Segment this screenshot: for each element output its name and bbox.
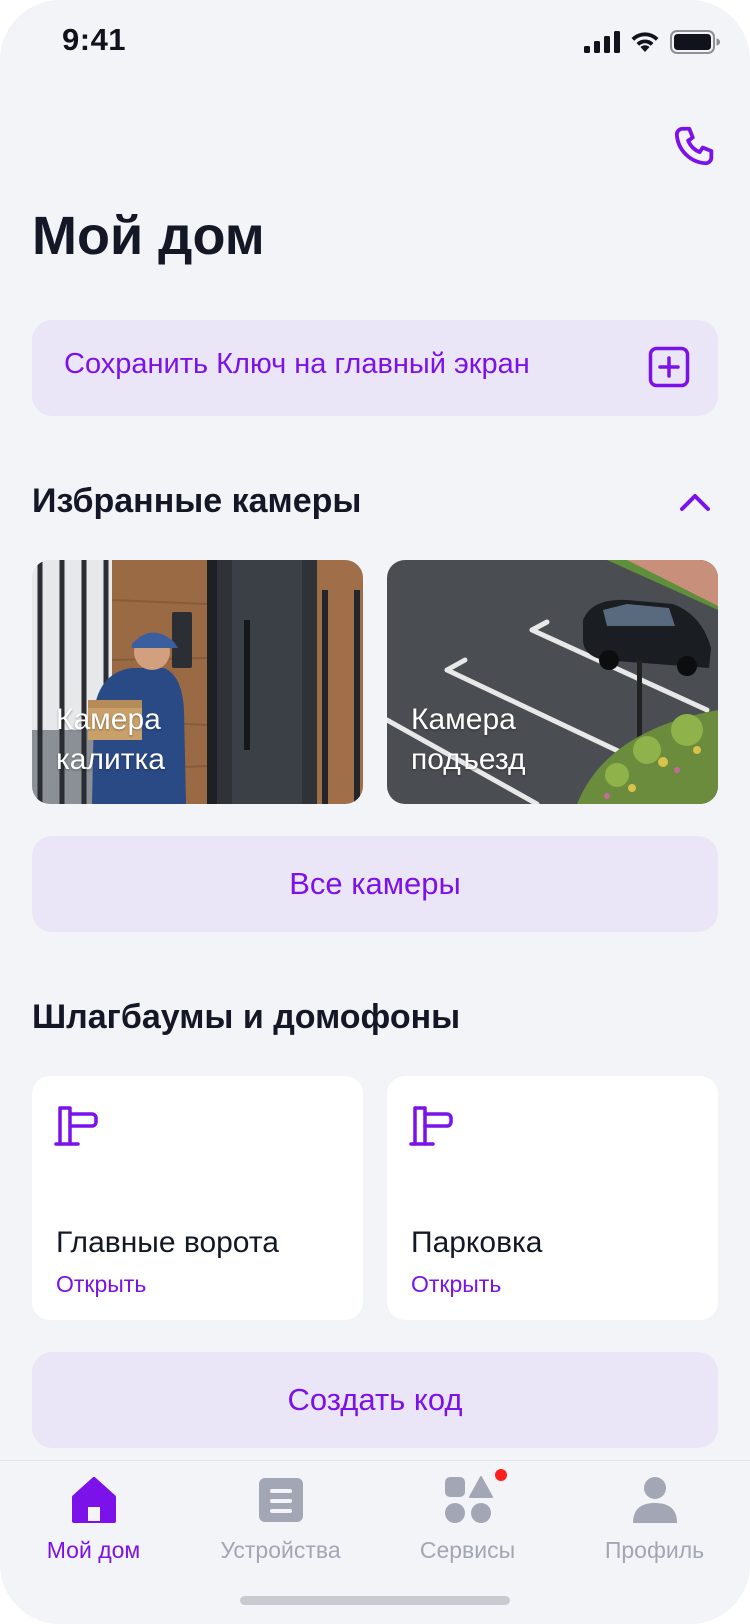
open-link[interactable]: Открыть (56, 1271, 146, 1298)
device-card-main-gate[interactable]: Главные ворота Открыть (32, 1076, 363, 1320)
device-name: Главные ворота (56, 1226, 279, 1259)
camera-label: Камера калитка (56, 703, 165, 776)
open-link[interactable]: Открыть (411, 1271, 501, 1298)
chevron-up-icon[interactable] (678, 490, 712, 514)
camera-card-gate[interactable]: Камера калитка (32, 560, 363, 804)
battery-icon (670, 30, 720, 54)
device-name: Парковка (411, 1226, 543, 1259)
barrier-icon (409, 1106, 453, 1146)
tab-label: Мой дом (46, 1537, 141, 1563)
tab-label: Устройства (220, 1537, 341, 1563)
all-cameras-button[interactable]: Все камеры (32, 836, 718, 932)
status-icons (584, 30, 720, 54)
profile-icon (632, 1477, 677, 1523)
banner-label: Сохранить Ключ на главный экран (64, 348, 530, 380)
phone-screen: 9:41 Мой дом Сохранить Ключ на главный э… (0, 0, 750, 1624)
tab-devices[interactable]: Устройства (187, 1475, 374, 1564)
tab-services[interactable]: Сервисы (374, 1469, 561, 1564)
barrier-icon (54, 1106, 98, 1146)
home-icon (71, 1477, 116, 1523)
notification-badge (494, 1469, 507, 1481)
services-icon (444, 1469, 507, 1523)
barriers-section-title: Шлагбаумы и домофоны (32, 998, 461, 1036)
device-card-parking[interactable]: Парковка Открыть (387, 1076, 718, 1320)
create-code-button[interactable]: Создать код (32, 1352, 718, 1448)
add-square-icon (648, 346, 690, 388)
status-time: 9:41 (62, 22, 127, 57)
tab-label: Профиль (604, 1537, 705, 1563)
camera-label: Камера подъезд (411, 703, 526, 776)
devices-icon (258, 1478, 303, 1522)
call-button[interactable] (670, 120, 722, 172)
camera-card-entrance[interactable]: Камера подъезд (387, 560, 718, 804)
tab-home[interactable]: Мой дом (0, 1475, 187, 1564)
tab-label: Сервисы (419, 1537, 516, 1563)
cameras-section-title: Избранные камеры (32, 482, 362, 520)
home-indicator (240, 1596, 510, 1605)
wifi-icon (631, 32, 659, 52)
signal-icon (584, 31, 620, 53)
tab-profile[interactable]: Профиль (561, 1475, 748, 1564)
phone-icon (674, 126, 714, 166)
save-key-banner[interactable]: Сохранить Ключ на главный экран (32, 320, 718, 416)
page-title: Мой дом (32, 206, 265, 266)
